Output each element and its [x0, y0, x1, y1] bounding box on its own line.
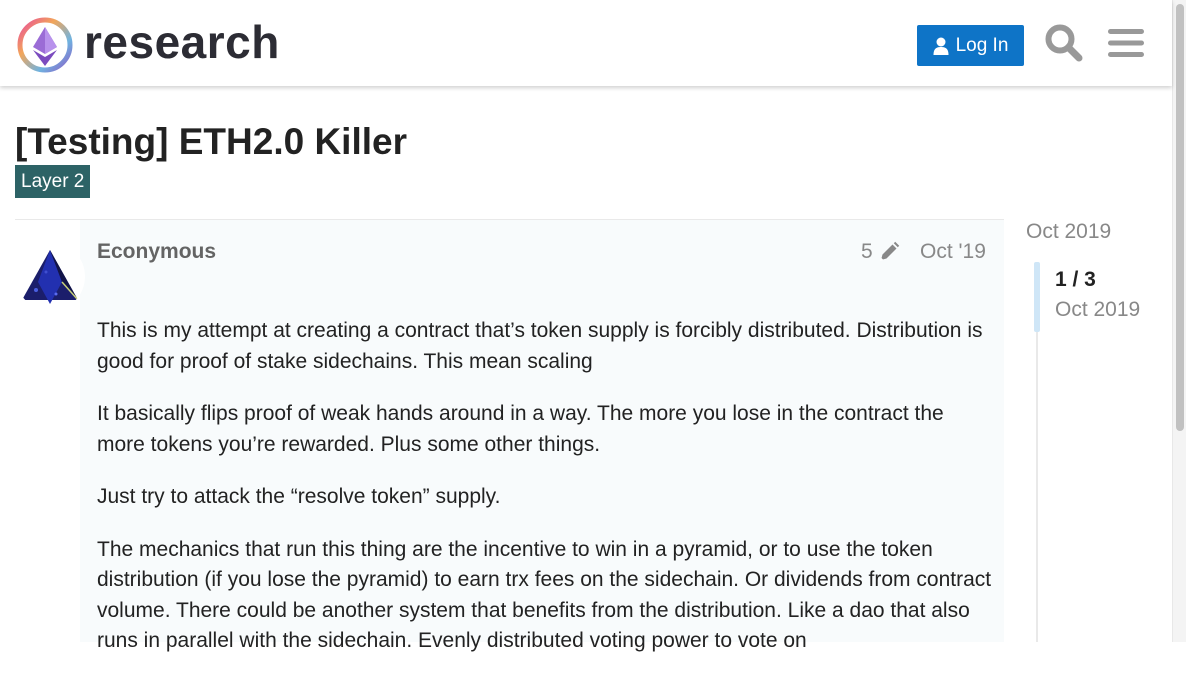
post-content: This is my attempt at creating a contrac…: [97, 316, 997, 679]
user-icon: [933, 37, 949, 55]
timeline-current-date: Oct 2019: [1055, 298, 1141, 321]
hamburger-menu-button[interactable]: [1104, 20, 1148, 66]
scrollbar-thumb[interactable]: [1176, 4, 1184, 431]
post-username[interactable]: Econymous: [97, 240, 216, 264]
post-date[interactable]: Oct '19: [920, 240, 986, 264]
category-badge[interactable]: Layer 2: [15, 165, 91, 198]
post-paragraph: The mechanics that run this thing are th…: [97, 537, 992, 653]
search-icon: [1045, 24, 1083, 62]
site-logo[interactable]: research: [16, 15, 316, 75]
ethereum-research-logo-icon: [17, 17, 73, 73]
hamburger-menu-icon: [1108, 29, 1144, 57]
post-paragraph: This is my attempt at creating a contrac…: [97, 319, 983, 373]
timeline-handle[interactable]: [1034, 262, 1040, 332]
post-paragraph: It basically flips proof of weak hands a…: [97, 402, 944, 456]
avatar-image: [16, 242, 85, 311]
timeline-start-date[interactable]: Oct 2019: [1026, 220, 1111, 244]
login-button[interactable]: Log In: [917, 25, 1024, 66]
site-header: research Log In: [0, 0, 1172, 86]
pencil-icon: [879, 241, 899, 261]
edit-history-button[interactable]: 5: [861, 240, 900, 264]
timeline-position: 1 / 3: [1055, 268, 1096, 291]
page-scrollbar[interactable]: [1172, 0, 1186, 642]
avatar[interactable]: [16, 242, 85, 311]
login-label: Log In: [955, 34, 1009, 56]
topic-title[interactable]: [Testing] ETH2.0 Killer: [15, 118, 407, 166]
edit-count: 5: [861, 240, 873, 263]
search-button[interactable]: [1042, 20, 1086, 66]
post-paragraph: Just try to attack the “resolve token” s…: [97, 485, 501, 508]
logo-text: research: [84, 16, 280, 68]
